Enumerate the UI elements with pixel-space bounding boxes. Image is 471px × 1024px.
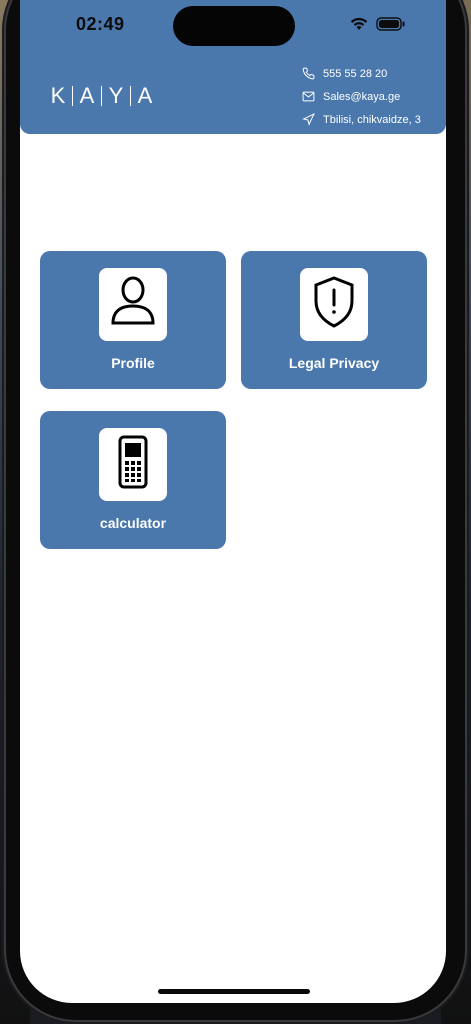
tile-icon-box	[300, 268, 368, 341]
home-indicator[interactable]	[158, 989, 310, 994]
tile-label: Profile	[111, 355, 155, 371]
contact-phone-text: 555 55 28 20	[323, 67, 388, 80]
tile-label: calculator	[99, 515, 167, 531]
logo-letter: A	[79, 83, 95, 108]
kaya-logo: K A Y A	[48, 83, 155, 109]
person-icon	[109, 275, 157, 334]
logo-letter: K	[50, 83, 66, 108]
calculator-phone-icon	[117, 435, 149, 494]
tile-legal-privacy[interactable]: Legal Privacy	[241, 251, 427, 389]
contact-email-text: Sales@kaya.ge	[323, 90, 401, 103]
tile-calculator[interactable]: calculator	[40, 411, 226, 549]
contact-address-text: Tbilisi, chikvaidze, 3	[323, 113, 421, 126]
logo-divider	[72, 86, 73, 106]
shield-alert-icon	[312, 275, 356, 334]
location-arrow-icon	[302, 112, 316, 127]
tile-label: Legal Privacy	[288, 355, 380, 371]
wifi-icon	[350, 17, 368, 36]
logo-letter: Y	[108, 83, 124, 108]
logo-letter: A	[137, 83, 153, 108]
logo-divider	[101, 86, 102, 106]
logo-divider	[130, 86, 131, 106]
contact-phone[interactable]: 555 55 28 20	[302, 62, 421, 85]
tile-profile[interactable]: Profile	[40, 251, 226, 389]
status-icons	[350, 17, 406, 36]
app-screen: 02:49 K A Y A 555 55 28 20 Sales@kaya.ge…	[20, 0, 446, 1003]
phone-icon	[302, 67, 316, 81]
battery-icon	[376, 17, 406, 36]
tile-icon-box	[99, 428, 167, 501]
contact-email[interactable]: Sales@kaya.ge	[302, 85, 421, 108]
status-time: 02:49	[76, 14, 125, 34]
contact-list: 555 55 28 20 Sales@kaya.ge Tbilisi, chik…	[302, 62, 421, 131]
contact-address[interactable]: Tbilisi, chikvaidze, 3	[302, 108, 421, 131]
tile-icon-box	[99, 268, 167, 341]
mail-icon	[302, 90, 316, 104]
app-header: 02:49 K A Y A 555 55 28 20 Sales@kaya.ge…	[20, 0, 446, 134]
dynamic-island	[173, 6, 295, 46]
